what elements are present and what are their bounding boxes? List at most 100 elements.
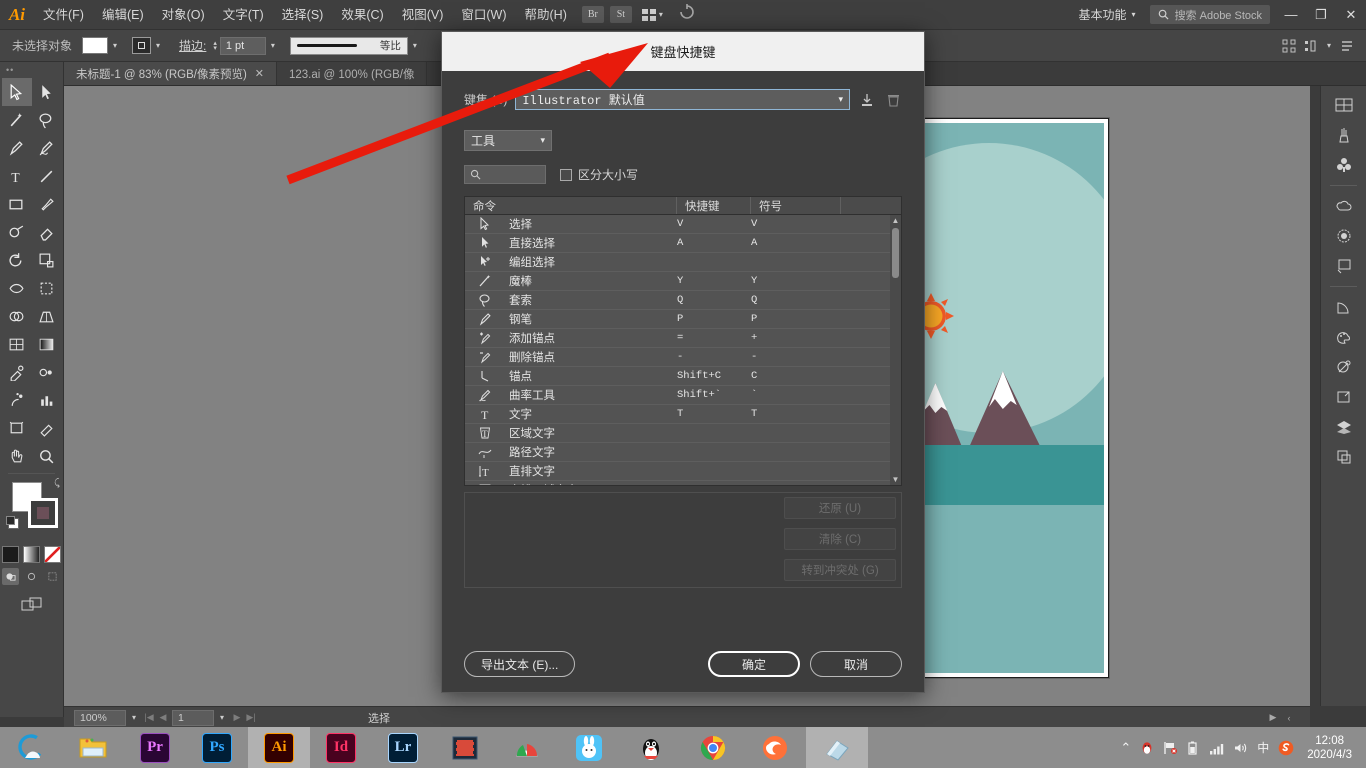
tool-eyedropper[interactable]	[2, 358, 32, 386]
draw-behind-button[interactable]	[23, 568, 40, 585]
tool-hand[interactable]	[2, 442, 32, 470]
table-row[interactable]: 路径文字	[465, 443, 901, 462]
menu-window[interactable]: 窗口(W)	[452, 0, 515, 30]
last-artboard-button[interactable]: ▶|	[244, 712, 258, 723]
ok-button[interactable]: 确定	[708, 651, 800, 677]
keyset-select[interactable]: Illustrator 默认值 ▾	[515, 89, 850, 110]
tool-lasso[interactable]	[32, 106, 62, 134]
stroke-dropdown-icon[interactable]: ▾	[151, 37, 165, 54]
stroke-profile-dropdown-icon[interactable]: ▾	[408, 37, 422, 54]
column-symbol[interactable]: 符号	[751, 197, 841, 214]
tool-shape-builder[interactable]	[2, 302, 32, 330]
taskbar-indesign[interactable]: Id	[310, 727, 372, 768]
close-button[interactable]: ✕	[1336, 0, 1366, 30]
tool-rectangle[interactable]	[2, 190, 32, 218]
tool-symbol-sprayer[interactable]	[2, 386, 32, 414]
tool-perspective-grid[interactable]	[32, 302, 62, 330]
save-keyset-icon[interactable]	[858, 90, 876, 110]
network-signal-icon[interactable]	[1209, 741, 1224, 755]
scroll-up-icon[interactable]: ▲	[890, 215, 901, 226]
table-row[interactable]: 曲率工具 Shift+` `	[465, 386, 901, 405]
menu-type[interactable]: 文字(T)	[214, 0, 273, 30]
stroke-weight-input[interactable]: 1 pt	[220, 37, 266, 55]
fill-dropdown-icon[interactable]: ▾	[108, 37, 122, 54]
taskbar-illustrator[interactable]: Ai	[248, 727, 310, 768]
scroll-down-icon[interactable]: ▼	[890, 474, 901, 485]
color-fill-button[interactable]	[2, 546, 19, 563]
tool-mesh[interactable]	[2, 330, 32, 358]
table-row[interactable]: 编组选择	[465, 253, 901, 272]
artboards-panel-icon[interactable]	[1321, 251, 1366, 281]
tool-paintbrush[interactable]	[32, 190, 62, 218]
tool-direct-selection[interactable]	[32, 78, 62, 106]
taskbar-lightroom[interactable]: Lr	[372, 727, 434, 768]
document-tab-untitled[interactable]: 未标题-1 @ 83% (RGB/像素预览) ✕	[64, 62, 277, 85]
cancel-button[interactable]: 取消	[810, 651, 902, 677]
none-fill-button[interactable]	[44, 546, 61, 563]
stroke-profile-select[interactable]: 等比	[290, 37, 408, 55]
status-expand-icon[interactable]: ▶	[1266, 712, 1280, 723]
clear-button[interactable]: 清除 (C)	[784, 528, 896, 550]
taskbar-rabbit-app[interactable]	[558, 727, 620, 768]
tool-column-graph[interactable]	[32, 386, 62, 414]
toolbar-grip[interactable]: ••	[0, 62, 63, 78]
artboard-dropdown-icon[interactable]: ▾	[214, 713, 230, 722]
prev-artboard-button[interactable]: ◀	[156, 712, 170, 723]
creative-cloud-libraries-icon[interactable]	[1321, 191, 1366, 221]
category-select[interactable]: 工具 ▾	[464, 130, 552, 151]
tool-shaper[interactable]	[2, 218, 32, 246]
restore-button[interactable]: ❐	[1306, 0, 1336, 30]
export-text-button[interactable]: 导出文本 (E)...	[464, 651, 575, 677]
layers-panel-icon[interactable]	[1321, 412, 1366, 442]
menu-edit[interactable]: 编辑(E)	[93, 0, 153, 30]
transform-panel-icon[interactable]	[1321, 292, 1366, 322]
document-tab-123ai[interactable]: 123.ai @ 100% (RGB/像	[277, 62, 427, 85]
tool-blend[interactable]	[32, 358, 62, 386]
transform-panel-icon[interactable]	[1278, 35, 1300, 57]
sync-status-icon[interactable]	[677, 3, 697, 26]
tool-curvature[interactable]	[32, 134, 62, 162]
tool-eraser[interactable]	[32, 218, 62, 246]
table-row[interactable]: 钢笔 P P	[465, 310, 901, 329]
shortcuts-table[interactable]: 命令 快捷键 符号 选择 V V 直接选择 A	[464, 196, 902, 486]
swatches-panel-icon[interactable]	[1321, 322, 1366, 352]
color-panel-icon[interactable]	[1321, 90, 1366, 120]
brushes-panel-icon[interactable]	[1321, 120, 1366, 150]
stroke-weight-dropdown-icon[interactable]: ▾	[266, 37, 280, 54]
close-icon[interactable]: ✕	[255, 67, 264, 80]
taskbar-google-chrome[interactable]	[682, 727, 744, 768]
sogou-input-icon[interactable]	[1278, 740, 1294, 756]
scrollbar-thumb[interactable]	[892, 228, 899, 278]
taskbar-video-player[interactable]	[434, 727, 496, 768]
table-row[interactable]: 添加锚点 = +	[465, 329, 901, 348]
delete-keyset-icon[interactable]	[884, 90, 902, 110]
taskbar-photoshop[interactable]: Ps	[186, 727, 248, 768]
table-scrollbar[interactable]: ▲ ▼	[890, 215, 901, 485]
taskbar-edge-browser[interactable]	[0, 727, 62, 768]
stroke-swatch[interactable]	[28, 498, 58, 528]
table-row[interactable]: T 区域文字	[465, 424, 901, 443]
tool-artboard[interactable]	[2, 414, 32, 442]
arrange-documents-button[interactable]: ▾	[642, 9, 663, 21]
swap-fill-stroke-icon[interactable]: ⤹	[54, 478, 60, 489]
default-fill-stroke-icon[interactable]	[8, 518, 19, 529]
align-dropdown-icon[interactable]: ▾	[1322, 37, 1336, 54]
taskbar-notes-app[interactable]	[806, 727, 868, 768]
gradient-panel-icon[interactable]	[1321, 221, 1366, 251]
table-row[interactable]: T 文字 T T	[465, 405, 901, 424]
stock-button[interactable]: St	[610, 6, 632, 23]
tool-scale[interactable]	[32, 246, 62, 274]
table-row[interactable]: 套索 Q Q	[465, 291, 901, 310]
workspace-switcher[interactable]: 基本功能 ▾	[1071, 4, 1144, 25]
flag-tray-icon[interactable]	[1163, 741, 1177, 755]
symbols-panel-icon[interactable]	[1321, 150, 1366, 180]
volume-icon[interactable]	[1233, 741, 1248, 755]
first-artboard-button[interactable]: |◀	[142, 712, 156, 723]
draw-normal-button[interactable]	[2, 568, 19, 585]
align-panel-icon[interactable]	[1321, 382, 1366, 412]
tool-slice[interactable]	[32, 414, 62, 442]
tool-magic-wand[interactable]	[2, 106, 32, 134]
menu-file[interactable]: 文件(F)	[34, 0, 93, 30]
tool-zoom[interactable]	[32, 442, 62, 470]
tool-pen[interactable]	[2, 134, 32, 162]
